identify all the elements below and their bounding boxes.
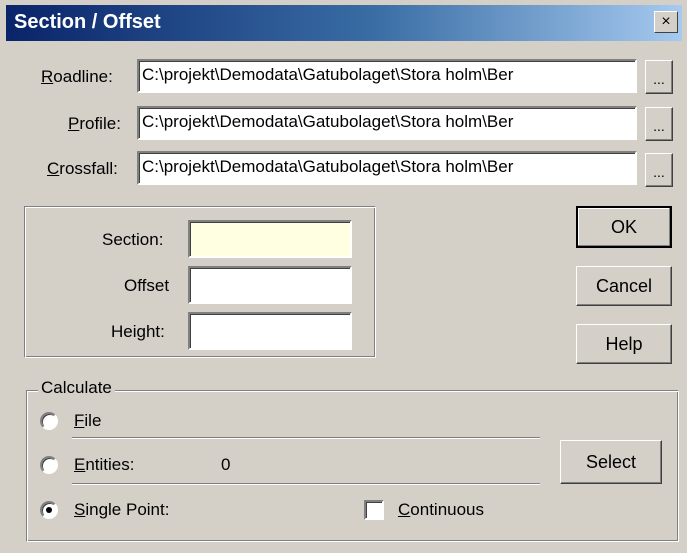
single-point-radio-label[interactable]: Single Point: xyxy=(74,500,169,520)
file-radio-label[interactable]: File xyxy=(74,411,101,431)
close-button[interactable]: × xyxy=(654,11,678,33)
roadline-label: Roadline: xyxy=(41,67,113,86)
profile-label: Profile: xyxy=(68,114,121,133)
crossfall-label: Crossfall: xyxy=(47,159,118,178)
section-offset-dialog: Section / Offset × Roadline: C:\projekt\… xyxy=(0,0,687,553)
height-label: Height: xyxy=(111,322,165,341)
section-label: Section: xyxy=(102,230,164,249)
close-icon: × xyxy=(661,13,671,30)
cancel-button[interactable]: Cancel xyxy=(576,266,672,306)
offset-label: Offset xyxy=(124,276,170,295)
crossfall-field[interactable]: C:\projekt\Demodata\Gatubolaget\Stora ho… xyxy=(137,151,637,185)
radio-selected-dot xyxy=(46,507,52,513)
window-title: Section / Offset xyxy=(14,11,161,33)
crossfall-browse-button[interactable]: ... xyxy=(645,153,673,187)
title-bar[interactable]: Section / Offset × xyxy=(6,5,682,41)
single-point-radio[interactable] xyxy=(40,501,58,519)
separator xyxy=(72,437,540,439)
roadline-field[interactable]: C:\projekt\Demodata\Gatubolaget\Stora ho… xyxy=(137,59,637,93)
roadline-browse-button[interactable]: ... xyxy=(645,60,673,94)
file-radio[interactable] xyxy=(40,412,58,430)
profile-browse-button[interactable]: ... xyxy=(645,107,673,141)
select-button[interactable]: Select xyxy=(560,440,662,484)
continuous-checkbox-label[interactable]: Continuous xyxy=(398,500,484,520)
calculate-group-label: Calculate xyxy=(38,378,115,398)
entities-radio[interactable] xyxy=(40,456,58,474)
entities-count: 0 xyxy=(221,455,231,474)
ok-button[interactable]: OK xyxy=(576,206,672,248)
offset-field[interactable] xyxy=(188,266,352,304)
help-button[interactable]: Help xyxy=(576,324,672,364)
height-field[interactable] xyxy=(188,312,352,350)
separator xyxy=(72,483,540,485)
continuous-checkbox[interactable] xyxy=(364,500,384,520)
profile-field[interactable]: C:\projekt\Demodata\Gatubolaget\Stora ho… xyxy=(137,106,637,140)
section-field[interactable] xyxy=(188,220,352,258)
entities-radio-label[interactable]: Entities: xyxy=(74,455,134,475)
